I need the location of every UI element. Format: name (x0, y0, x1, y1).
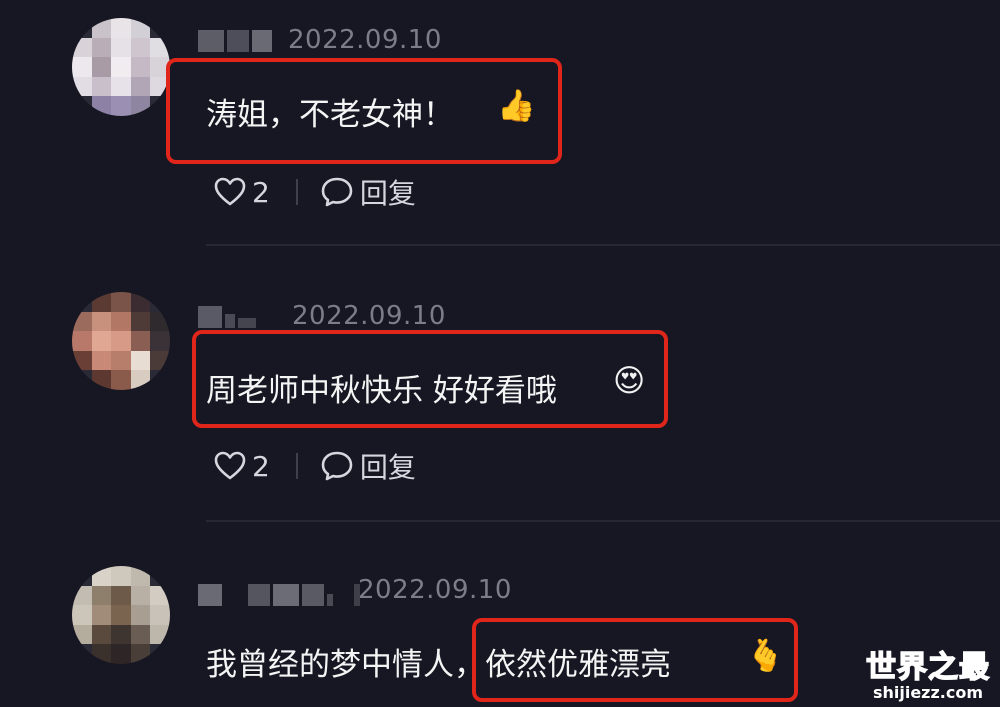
username-blurred[interactable] (198, 28, 272, 54)
comment-text-highlighted: 依然优雅漂亮 (485, 647, 671, 683)
comment-date: 2022.09.10 (292, 301, 446, 331)
reply-label: 回复 (359, 177, 416, 210)
reply-button[interactable]: 回复 (320, 446, 416, 486)
watermark-title: 世界之最 (865, 650, 990, 685)
comment-text: 周老师中秋快乐 好好看哦 (206, 373, 557, 409)
username-blurred[interactable] (198, 582, 360, 608)
heart-eyes-emoji: 😍 (613, 363, 646, 399)
comment-item: 2022.09.10 周老师中秋快乐 好好看哦 😍 2 回复 (0, 246, 1000, 522)
comment-actions: 2 回复 (214, 172, 416, 212)
separator (295, 179, 298, 205)
comment-text-prefix: 我曾经的梦中情人， (206, 647, 485, 683)
watermark-logo: 世界之最 shijiezz.com (865, 650, 990, 702)
heart-icon (214, 177, 246, 206)
speech-bubble-icon (321, 451, 353, 481)
comment-actions: 2 回复 (214, 446, 416, 486)
like-count: 2 (252, 449, 270, 483)
avatar[interactable] (72, 566, 170, 664)
like-count: 2 (252, 175, 270, 209)
separator (295, 453, 298, 479)
comment-text: 我曾经的梦中情人，依然优雅漂亮 (206, 639, 671, 684)
avatar[interactable] (72, 18, 170, 116)
comment-date: 2022.09.10 (288, 25, 442, 55)
comment-date: 2022.09.10 (358, 575, 512, 605)
finger-heart-emoji: 🫰 (746, 638, 785, 674)
reply-label: 回复 (359, 451, 416, 484)
reply-button[interactable]: 回复 (320, 172, 416, 212)
comment-item: 2022.09.10 涛姐，不老女神！ 👍 2 回复 (0, 0, 1000, 246)
like-button[interactable]: 2 (214, 176, 270, 209)
username-blurred[interactable] (198, 304, 256, 330)
heart-icon (214, 451, 246, 480)
speech-bubble-icon (321, 177, 353, 207)
comment-text: 涛姐，不老女神！ (206, 97, 454, 133)
comment-item: 2022.09.10 我曾经的梦中情人，依然优雅漂亮 🫰 (0, 522, 1000, 707)
watermark-site: shijiezz.com (872, 683, 984, 702)
like-button[interactable]: 2 (214, 450, 270, 483)
avatar[interactable] (72, 292, 170, 390)
thumbs-up-emoji: 👍 (497, 88, 536, 124)
